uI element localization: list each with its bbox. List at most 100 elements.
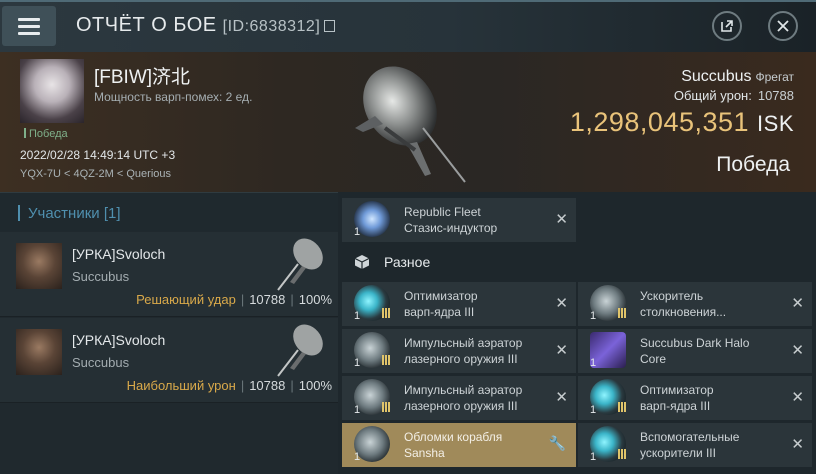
destroyed-x-icon: ✕ <box>791 436 804 453</box>
kill-location[interactable]: YQX-7U < 4QZ-2M < Querious <box>20 168 171 180</box>
item-name: Импульсный аэратор лазерного оружия III <box>404 383 523 413</box>
participants-header[interactable]: Участники [1] <box>0 192 338 231</box>
isk-value: 1,298,045,351 ISK <box>570 107 794 138</box>
hamburger-icon <box>18 16 40 37</box>
report-id: [ID:6838312] <box>222 18 321 35</box>
participant-name[interactable]: [УРКА]Svoloch <box>72 332 165 348</box>
tier-icon <box>382 308 391 318</box>
participant-ship: Succubus <box>72 355 130 370</box>
participants-title: Участники [1] <box>18 205 121 222</box>
close-icon <box>777 20 789 32</box>
top-accent-line <box>0 0 816 2</box>
title-text: ОТЧЁТ О БОЕ <box>76 14 217 36</box>
share-button[interactable] <box>712 11 742 41</box>
section-label: Разное <box>384 254 431 270</box>
item-card[interactable]: 1 Ускоритель столкновения... ✕ <box>578 282 812 326</box>
participant-damage: 10788 <box>249 292 286 307</box>
participant-row[interactable]: [УРКА]Svoloch Succubus Решающий удар | 107… <box>0 232 338 317</box>
participant-percent: 100% <box>298 378 332 393</box>
item-name: Succubus Dark Halo Core <box>640 336 750 366</box>
item-quantity: 1 <box>590 404 597 416</box>
ship-name[interactable]: Succubus <box>681 68 751 85</box>
item-name: Импульсный аэратор лазерного оружия III <box>404 336 523 366</box>
item-card[interactable]: 1 Оптимизатор варп-ядра III ✕ <box>342 282 576 326</box>
tier-icon <box>618 402 627 412</box>
participant-ship-image[interactable] <box>268 320 332 384</box>
destroyed-x-icon: ✕ <box>555 211 568 228</box>
participant-name[interactable]: [УРКА]Svoloch <box>72 246 165 262</box>
tier-icon <box>382 402 391 412</box>
page-title: ОТЧЁТ О БОЕ [ID:6838312] <box>76 14 336 37</box>
destroyed-x-icon: ✕ <box>791 389 804 406</box>
item-card[interactable]: 1 Succubus Dark Halo Core ✕ <box>578 329 812 373</box>
final-blow-label: Решающий удар <box>136 292 236 307</box>
menu-button[interactable] <box>2 6 56 46</box>
item-name: Вспомогательные ускорители III <box>640 430 740 460</box>
item-name: Обломки корабля Sansha <box>404 430 503 460</box>
item-name: Оптимизатор варп-ядра III <box>640 383 714 413</box>
item-card[interactable]: 1 Импульсный аэратор лазерного оружия III… <box>342 376 576 420</box>
participant-stats: Наибольший урон | 10788 | 100% <box>127 378 332 393</box>
total-damage: Общий урон: 10788 <box>674 88 794 103</box>
victim-portrait[interactable] <box>20 59 84 123</box>
wrench-icon: 🔧 <box>548 435 566 451</box>
total-damage-label: Общий урон: <box>673 88 752 103</box>
destroyed-x-icon: ✕ <box>791 342 804 359</box>
isk-amount: 1,298,045,351 <box>569 107 750 137</box>
divider: | <box>290 378 294 393</box>
victim-header: [FBIW]济北 Мощность варп-помех: 2 ед. Побе… <box>0 52 816 192</box>
top-damage-label: Наибольший урон <box>126 378 236 393</box>
participant-damage: 10788 <box>249 378 286 393</box>
item-quantity: 1 <box>354 310 361 322</box>
warp-scram-strength: Мощность варп-помех: 2 ед. <box>94 90 253 104</box>
item-quantity: 1 <box>590 310 597 322</box>
avatar[interactable] <box>16 243 62 289</box>
external-link-icon <box>721 20 733 32</box>
avatar[interactable] <box>16 329 62 375</box>
participant-ship-image[interactable] <box>268 234 332 298</box>
result-label: Победа <box>716 153 790 176</box>
divider: | <box>240 292 245 307</box>
item-card[interactable]: 1 Импульсный аэратор лазерного оружия III… <box>342 329 576 373</box>
destroyed-x-icon: ✕ <box>555 295 568 312</box>
tier-icon <box>618 449 627 459</box>
participants-panel: Участники [1] [УРКА]Svoloch Succubus Реш… <box>0 192 338 474</box>
item-name: Оптимизатор варп-ядра III <box>404 289 478 319</box>
kill-datetime: 2022/02/28 14:49:14 UTC +3 <box>20 148 176 162</box>
item-name: Republic Fleet Стазис-индуктор <box>404 205 498 235</box>
ship-class: Фрегат <box>755 70 795 84</box>
destroyed-x-icon: ✕ <box>791 295 804 312</box>
victim-name[interactable]: [FBIW]济北 <box>94 62 190 89</box>
ship-info: Succubus Фрегат <box>681 68 794 86</box>
copy-icon[interactable] <box>324 20 336 32</box>
destroyed-x-icon: ✕ <box>555 389 568 406</box>
cube-icon <box>354 255 370 269</box>
item-quantity: 1 <box>354 226 361 238</box>
tier-icon <box>382 355 391 365</box>
item-quantity: 1 <box>590 451 597 463</box>
section-misc: Разное <box>338 244 576 280</box>
item-quantity: 1 <box>354 404 361 416</box>
isk-currency: ISK <box>757 111 794 136</box>
total-damage-value: 10788 <box>757 88 794 103</box>
status-badge: Победа <box>24 128 68 140</box>
tier-icon <box>618 308 627 318</box>
item-quantity: 1 <box>354 451 361 463</box>
participant-percent: 100% <box>298 292 332 307</box>
item-quantity: 1 <box>354 357 361 369</box>
items-panel: 1 Republic Fleet Стазис-индуктор ✕ Разное… <box>338 192 816 474</box>
participant-ship: Succubus <box>72 269 130 284</box>
divider: | <box>240 378 245 393</box>
destroyed-x-icon: ✕ <box>555 342 568 359</box>
close-button[interactable] <box>768 11 798 41</box>
item-card[interactable]: 1 Вспомогательные ускорители III ✕ <box>578 423 812 467</box>
item-card[interactable]: 1 Republic Fleet Стазис-индуктор ✕ <box>342 198 576 242</box>
divider: | <box>290 292 294 307</box>
top-bar: ОТЧЁТ О БОЕ [ID:6838312] <box>0 0 816 52</box>
victim-ship-image[interactable] <box>345 58 475 188</box>
item-card[interactable]: 1 Оптимизатор варп-ядра III ✕ <box>578 376 812 420</box>
participant-stats: Решающий удар | 10788 | 100% <box>136 292 332 307</box>
item-card[interactable]: 1 Обломки корабля Sansha 🔧 <box>342 423 576 467</box>
item-quantity: 1 <box>590 357 597 369</box>
participant-row[interactable]: [УРКА]Svoloch Succubus Наибольший урон | 1… <box>0 318 338 403</box>
